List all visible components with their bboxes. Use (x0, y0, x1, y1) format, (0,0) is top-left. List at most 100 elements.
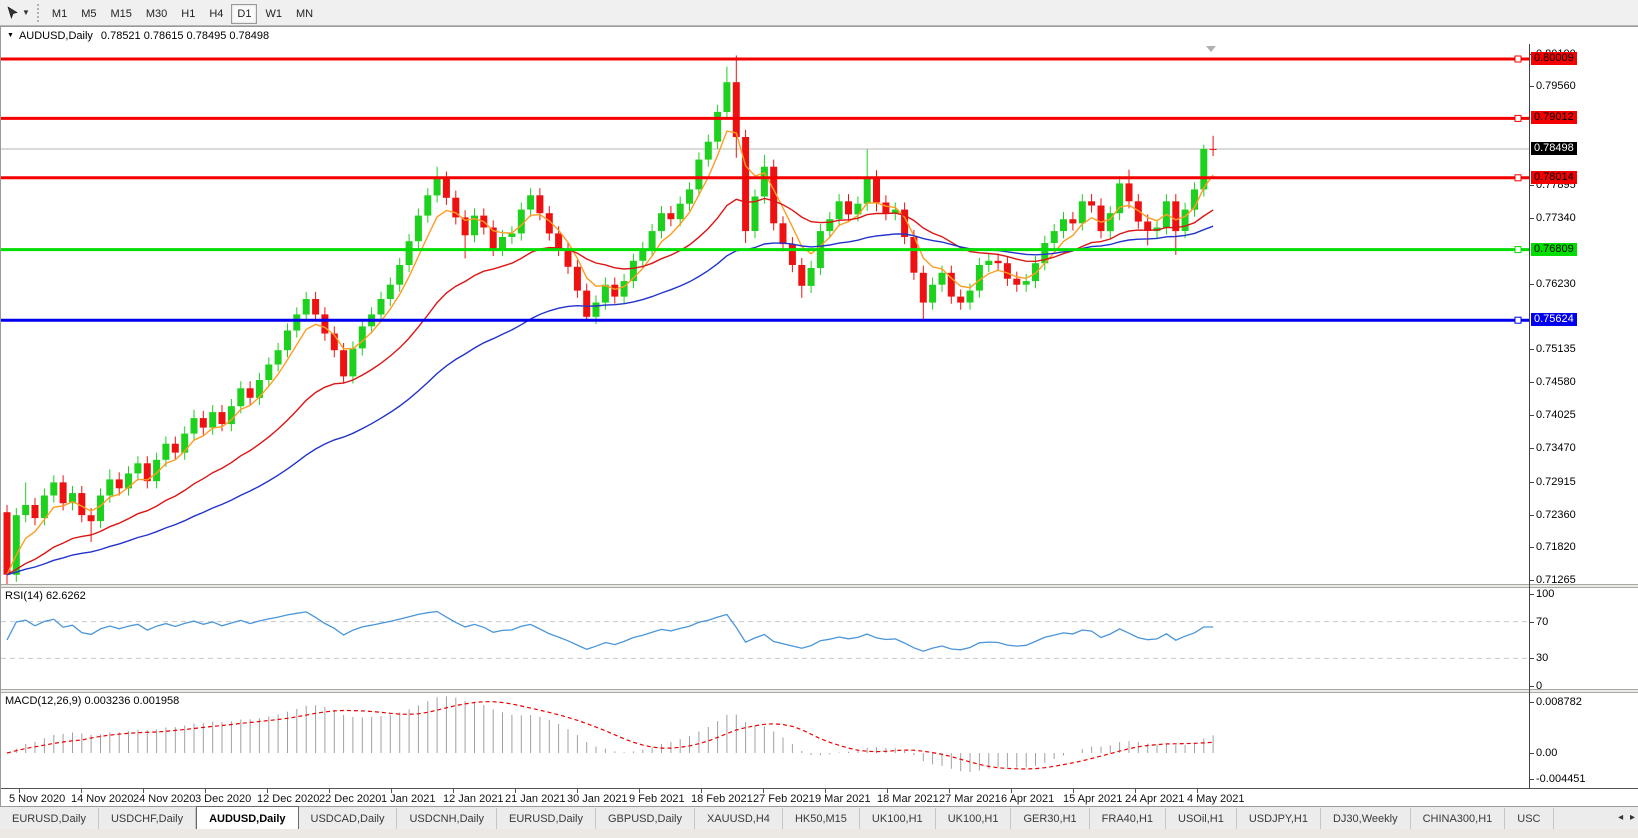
price-chart-pane[interactable]: 0.801000.795600.778950.773400.762300.751… (1, 44, 1638, 584)
timeframe-button-m30[interactable]: M30 (140, 4, 173, 24)
date-tick-label: 30 Jan 2021 (567, 793, 628, 805)
timeframe-button-m1[interactable]: M1 (46, 4, 73, 24)
chart-tab-eurusd-daily[interactable]: EURUSD,Daily (0, 808, 99, 830)
timeframe-button-w1[interactable]: W1 (259, 4, 288, 24)
chart-tab-uk100-h1[interactable]: UK100,H1 (936, 808, 1012, 830)
price-tick-label: 0.71265 (1536, 574, 1576, 584)
chart-tab-ger30-h1[interactable]: GER30,H1 (1011, 808, 1089, 830)
date-tick-label: 5 Nov 2020 (9, 793, 65, 805)
fast-ma-line (7, 131, 1213, 575)
price-tick-label: 0.72360 (1536, 509, 1576, 521)
date-tick-label: 4 May 2021 (1187, 793, 1244, 805)
date-tick-label: 15 Apr 2021 (1063, 793, 1122, 805)
cursor-tool-caret-icon[interactable]: ▼ (22, 8, 30, 17)
chart-tab-china300-h1[interactable]: CHINA300,H1 (1411, 808, 1506, 830)
axis-line (1529, 44, 1530, 788)
date-tick-label: 3 Dec 2020 (195, 793, 251, 805)
price-tick-label: 0.73470 (1536, 442, 1576, 454)
rsi-tick-label: 0 (1536, 680, 1542, 689)
rsi-line (7, 612, 1213, 652)
price-tick-label: 0.72915 (1536, 476, 1576, 488)
timeframe-button-h1[interactable]: H1 (175, 4, 201, 24)
date-tick-label: 6 Apr 2021 (1001, 793, 1054, 805)
bottom-strip (0, 829, 1638, 838)
cursor-tool-icon[interactable] (4, 4, 22, 22)
chart-tab-usdchf-daily[interactable]: USDCHF,Daily (99, 808, 196, 830)
chart-tab-eurusd-daily[interactable]: EURUSD,Daily (497, 808, 596, 830)
chart-tab-usdcnh-daily[interactable]: USDCNH,Daily (397, 808, 497, 830)
macd-label: MACD(12,26,9) 0.003236 0.001958 (5, 695, 179, 707)
chart-tab-uk100-h1[interactable]: UK100,H1 (860, 808, 936, 830)
chart-tab-xauusd-h4[interactable]: XAUUSD,H4 (695, 808, 783, 830)
tab-scroll-right-icon[interactable]: ▸ (1630, 812, 1635, 823)
chart-tab-bar: EURUSD,DailyUSDCHF,DailyAUDUSD,DailyUSDC… (0, 806, 1638, 830)
chart-tab-hk50-m15[interactable]: HK50,M15 (783, 808, 860, 830)
price-tick-mark (1530, 86, 1534, 87)
price-tick-mark (1530, 349, 1534, 350)
price-tick-label: 0.76230 (1536, 278, 1576, 290)
date-tick-label: 27 Feb 2021 (753, 793, 815, 805)
rsi-tick-mark (1530, 686, 1534, 687)
chart-tab-gbpusd-daily[interactable]: GBPUSD,Daily (596, 808, 695, 830)
timeframe-button-mn[interactable]: MN (290, 4, 319, 24)
price-line-badge: 0.80009 (1531, 52, 1577, 65)
date-tick-label: 9 Mar 2021 (815, 793, 871, 805)
macd-signal-line (7, 702, 1213, 769)
mt4-terminal: ▼ M1M5M15M30H1H4D1W1MN ▼ AUDUSD,Daily 0.… (0, 0, 1638, 838)
price-tick-mark (1530, 547, 1534, 548)
price-tick-mark (1530, 515, 1534, 516)
chart-tab-audusd-daily[interactable]: AUDUSD,Daily (196, 806, 298, 830)
macd-tick-label: 0.008782 (1536, 696, 1582, 708)
chart-shift-marker-icon[interactable] (1206, 46, 1216, 52)
chart-menu-icon[interactable]: ▼ (7, 32, 14, 39)
macd-axis[interactable]: 0.0087820.00-0.004451 (1530, 693, 1638, 788)
chart-tab-usoil-h1[interactable]: USOil,H1 (1166, 808, 1237, 830)
date-tick-label: 27 Mar 2021 (939, 793, 1001, 805)
rsi-tick-mark (1530, 594, 1534, 595)
price-axis[interactable]: 0.801000.795600.778950.773400.762300.751… (1530, 44, 1638, 584)
rsi-axis[interactable]: 10070300 (1530, 588, 1638, 689)
price-tick-mark (1530, 382, 1534, 383)
date-tick-label: 9 Feb 2021 (629, 793, 685, 805)
date-tick-label: 1 Jan 2021 (381, 793, 435, 805)
price-tick-label: 0.74025 (1536, 409, 1576, 421)
date-tick-label: 24 Nov 2020 (133, 793, 195, 805)
chart-symbol-label: AUDUSD,Daily (19, 30, 93, 42)
price-line-badge: 0.78014 (1531, 171, 1577, 184)
timeframe-button-m15[interactable]: M15 (104, 4, 137, 24)
chart-title-bar: ▼ AUDUSD,Daily 0.78521 0.78615 0.78495 0… (1, 27, 1638, 45)
timeframe-button-d1[interactable]: D1 (231, 4, 257, 24)
rsi-label: RSI(14) 62.6262 (5, 590, 86, 602)
chart-tab-usdjpy-h1[interactable]: USDJPY,H1 (1237, 808, 1321, 830)
macd-tick-mark (1530, 702, 1534, 703)
timeframe-button-m5[interactable]: M5 (75, 4, 102, 24)
chart-tab-dj30-weekly[interactable]: DJ30,Weekly (1321, 808, 1411, 830)
price-tick-mark (1530, 580, 1534, 581)
rsi-tick-label: 70 (1536, 616, 1548, 628)
price-tick-label: 0.77340 (1536, 212, 1576, 224)
price-tick-label: 0.79560 (1536, 80, 1576, 92)
timeframe-button-h4[interactable]: H4 (203, 4, 229, 24)
timeframe-buttons: M1M5M15M30H1H4D1W1MN (45, 4, 320, 22)
date-tick-label: 18 Mar 2021 (877, 793, 939, 805)
price-line-badge: 0.75624 (1531, 313, 1577, 326)
price-line-badge: 0.76809 (1531, 243, 1577, 256)
timeframe-toolbar: ▼ M1M5M15M30H1H4D1W1MN (0, 0, 1638, 26)
macd-tick-label: -0.004451 (1536, 773, 1586, 785)
time-axis[interactable]: 5 Nov 202014 Nov 202024 Nov 20203 Dec 20… (1, 788, 1638, 808)
tab-scroll-left-icon[interactable]: ◂ (1618, 812, 1623, 823)
price-tick-mark (1530, 185, 1534, 186)
price-tick-label: 0.71820 (1536, 541, 1576, 553)
chart-tab-usdcad-daily[interactable]: USDCAD,Daily (299, 808, 398, 830)
date-tick-label: 24 Apr 2021 (1125, 793, 1184, 805)
rsi-tick-label: 100 (1536, 588, 1554, 600)
price-tick-mark (1530, 218, 1534, 219)
macd-tick-mark (1530, 753, 1534, 754)
rsi-pane[interactable]: RSI(14) 62.6262 10070300 (1, 588, 1638, 689)
price-tick-mark (1530, 482, 1534, 483)
chart-tab-fra40-h1[interactable]: FRA40,H1 (1090, 808, 1166, 830)
date-tick-label: 22 Dec 2020 (319, 793, 381, 805)
rsi-tick-mark (1530, 658, 1534, 659)
chart-tab-usc[interactable]: USC (1505, 808, 1553, 830)
macd-pane[interactable]: MACD(12,26,9) 0.003236 0.001958 0.008782… (1, 693, 1638, 788)
